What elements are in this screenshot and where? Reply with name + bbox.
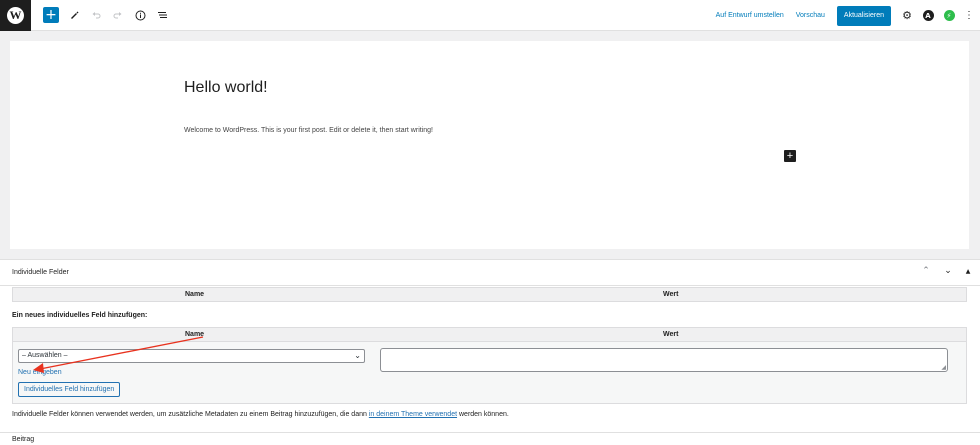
description-text-after: werden können. <box>457 411 509 418</box>
plugin-a-button[interactable]: A <box>922 10 934 22</box>
inline-add-block-button[interactable]: + <box>784 150 796 162</box>
wordpress-logo-icon: W <box>7 6 24 24</box>
new-field-row: – Auswählen – ⌄ ◢ Neu eingeben Individue… <box>12 342 967 404</box>
field-value-textarea[interactable]: ◢ <box>380 348 948 372</box>
column-header-value: Wert <box>663 331 679 338</box>
field-name-select-value: – Auswählen – <box>22 352 68 359</box>
details-button[interactable] <box>133 8 147 22</box>
plus-icon: + <box>45 7 57 23</box>
chevron-up-icon[interactable]: ⌃ <box>920 266 932 276</box>
editor-footer: Beitrag <box>0 432 980 445</box>
toolbar-right-group: Auf Entwurf umstellen Vorschau Aktualisi… <box>716 0 980 31</box>
post-title[interactable]: Hello world! <box>184 79 268 97</box>
resize-handle-icon[interactable]: ◢ <box>941 364 946 371</box>
field-name-select[interactable]: – Auswählen – ⌄ <box>18 349 365 363</box>
column-header-name: Name <box>185 331 205 338</box>
editor-canvas: Hello world! Welcome to WordPress. This … <box>10 41 969 249</box>
block-breadcrumb[interactable]: Beitrag <box>12 436 34 443</box>
new-field-table-header: Name Wert <box>12 327 967 342</box>
list-view-icon <box>157 12 167 18</box>
more-vertical-icon[interactable]: ⋮ <box>964 10 974 21</box>
editor-toolbar: W + Auf Entwurf umstellen Vorschau Aktua… <box>0 0 980 31</box>
description-text-before: Individuelle Felder können verwendet wer… <box>12 411 369 418</box>
preview-button[interactable]: Vorschau <box>796 12 825 19</box>
undo-button[interactable] <box>89 8 103 22</box>
tools-button[interactable] <box>67 8 81 22</box>
metabox-title: Individuelle Felder <box>12 269 69 276</box>
column-header-name: Name <box>185 291 205 298</box>
add-custom-field-button[interactable]: Individuelles Feld hinzufügen <box>18 382 121 397</box>
info-icon <box>135 10 145 20</box>
bolt-icon: ⚡ <box>943 10 955 21</box>
plugin-a-icon: A <box>922 10 934 21</box>
chevron-down-icon: ⌄ <box>354 351 361 360</box>
metabox-header: Individuelle Felder ⌃ ⌄ ▲ <box>0 260 980 286</box>
undo-icon <box>92 12 101 19</box>
chevron-down-icon[interactable]: ⌄ <box>942 266 954 276</box>
theme-usage-link[interactable]: in deinem Theme verwendet <box>369 411 457 418</box>
existing-fields-table-header: Name Wert <box>12 287 967 302</box>
switch-to-draft-button[interactable]: Auf Entwurf umstellen <box>716 12 784 19</box>
redo-icon <box>113 12 122 19</box>
metabox-description: Individuelle Felder können verwendet wer… <box>12 411 509 418</box>
custom-fields-metabox: Individuelle Felder ⌃ ⌄ ▲ Name Wert Ein … <box>0 259 980 432</box>
list-view-button[interactable] <box>155 8 169 22</box>
gear-icon[interactable]: ⚙ <box>901 9 913 22</box>
plus-icon: + <box>786 149 794 162</box>
wordpress-logo-button[interactable]: W <box>0 0 31 31</box>
pencil-icon <box>71 11 79 19</box>
toolbar-left-group: + <box>43 7 169 23</box>
post-paragraph[interactable]: Welcome to WordPress. This is your first… <box>184 127 433 134</box>
enter-new-link[interactable]: Neu eingeben <box>18 369 62 376</box>
redo-button[interactable] <box>111 8 125 22</box>
column-header-value: Wert <box>663 291 679 298</box>
metabox-controls: ⌃ ⌄ ▲ <box>920 266 972 276</box>
update-button[interactable]: Aktualisieren <box>836 5 891 26</box>
add-block-button[interactable]: + <box>43 7 59 23</box>
triangle-up-icon[interactable]: ▲ <box>964 268 972 275</box>
plugin-bolt-button[interactable]: ⚡ <box>943 10 955 22</box>
add-new-field-heading: Ein neues individuelles Feld hinzufügen: <box>12 312 148 319</box>
